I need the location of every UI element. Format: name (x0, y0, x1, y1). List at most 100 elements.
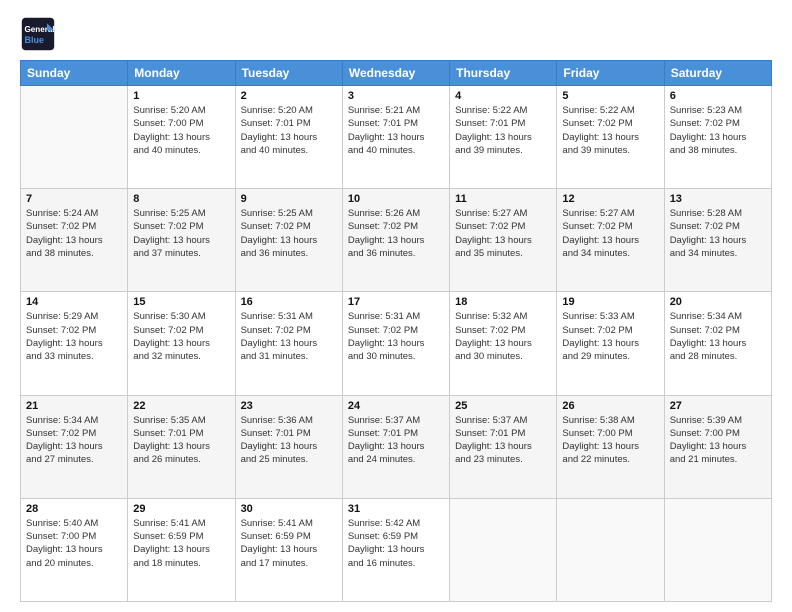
day-cell: 5 Sunrise: 5:22 AM Sunset: 7:02 PM Daylig… (557, 86, 664, 189)
calendar-table: SundayMondayTuesdayWednesdayThursdayFrid… (20, 60, 772, 602)
weekday-header-saturday: Saturday (664, 61, 771, 86)
weekday-header-wednesday: Wednesday (342, 61, 449, 86)
day-cell: 25Sunrise: 5:37 AM Sunset: 7:01 PM Dayli… (450, 395, 557, 498)
day-number: 21 (26, 400, 122, 412)
day-number: 19 (562, 296, 658, 308)
day-info: Sunrise: 5:31 AM Sunset: 7:02 PM Dayligh… (348, 310, 444, 363)
day-number: 7 (26, 193, 122, 205)
svg-text:Blue: Blue (25, 35, 45, 45)
day-info: Sunrise: 5:38 AM Sunset: 7:00 PM Dayligh… (562, 414, 658, 467)
day-number: 4 (455, 90, 551, 102)
header: General Blue (20, 16, 772, 52)
day-info: Sunrise: 5:22 AM Sunset: 7:01 PM Dayligh… (455, 104, 551, 157)
day-info: Sunrise: 5:25 AM Sunset: 7:02 PM Dayligh… (241, 207, 337, 260)
day-cell: 24 Sunrise: 5:37 AM Sunset: 7:01 PM Dayli… (342, 395, 449, 498)
day-info: Sunrise: 5:28 AM Sunset: 7:02 PM Dayligh… (670, 207, 766, 260)
day-info: Sunrise: 5:22 AM Sunset: 7:02 PM Dayligh… (562, 104, 658, 157)
day-cell: 27 Sunrise: 5:39 AM Sunset: 7:00 PM Dayli… (664, 395, 771, 498)
week-row-0: 1 Sunrise: 5:20 AM Sunset: 7:00 PM Daylig… (21, 86, 772, 189)
day-number: 28 (26, 503, 122, 515)
day-cell: 3 Sunrise: 5:21 AM Sunset: 7:01 PM Daylig… (342, 86, 449, 189)
day-cell: 7 Sunrise: 5:24 AM Sunset: 7:02 PM Daylig… (21, 189, 128, 292)
day-number: 23 (241, 400, 337, 412)
day-info: Sunrise: 5:34 AM Sunset: 7:02 PM Dayligh… (26, 414, 122, 467)
day-number: 31 (348, 503, 444, 515)
day-cell: 22 Sunrise: 5:35 AM Sunset: 7:01 PM Dayli… (128, 395, 235, 498)
day-info: Sunrise: 5:20 AM Sunset: 7:00 PM Dayligh… (133, 104, 229, 157)
day-cell: 20Sunrise: 5:34 AM Sunset: 7:02 PM Dayli… (664, 292, 771, 395)
day-number: 29 (133, 503, 229, 515)
weekday-header-thursday: Thursday (450, 61, 557, 86)
weekday-header-monday: Monday (128, 61, 235, 86)
day-number: 15 (133, 296, 229, 308)
day-cell: 4 Sunrise: 5:22 AM Sunset: 7:01 PM Daylig… (450, 86, 557, 189)
day-cell: 14 Sunrise: 5:29 AM Sunset: 7:02 PM Dayli… (21, 292, 128, 395)
day-info: Sunrise: 5:21 AM Sunset: 7:01 PM Dayligh… (348, 104, 444, 157)
page: General Blue SundayMondayTuesdayWednesda… (0, 0, 792, 612)
day-cell: 9 Sunrise: 5:25 AM Sunset: 7:02 PM Daylig… (235, 189, 342, 292)
day-cell: 30 Sunrise: 5:41 AM Sunset: 6:59 PM Dayli… (235, 498, 342, 601)
day-info: Sunrise: 5:40 AM Sunset: 7:00 PM Dayligh… (26, 517, 122, 570)
day-number: 11 (455, 193, 551, 205)
day-cell (21, 86, 128, 189)
day-cell: 8 Sunrise: 5:25 AM Sunset: 7:02 PM Daylig… (128, 189, 235, 292)
day-number: 24 (348, 400, 444, 412)
day-number: 17 (348, 296, 444, 308)
day-info: Sunrise: 5:35 AM Sunset: 7:01 PM Dayligh… (133, 414, 229, 467)
day-info: Sunrise: 5:41 AM Sunset: 6:59 PM Dayligh… (241, 517, 337, 570)
day-info: Sunrise: 5:37 AM Sunset: 7:01 PM Dayligh… (348, 414, 444, 467)
day-number: 9 (241, 193, 337, 205)
day-number: 2 (241, 90, 337, 102)
day-info: Sunrise: 5:39 AM Sunset: 7:00 PM Dayligh… (670, 414, 766, 467)
day-number: 6 (670, 90, 766, 102)
day-cell: 6Sunrise: 5:23 AM Sunset: 7:02 PM Daylig… (664, 86, 771, 189)
day-number: 22 (133, 400, 229, 412)
day-info: Sunrise: 5:26 AM Sunset: 7:02 PM Dayligh… (348, 207, 444, 260)
week-row-4: 28 Sunrise: 5:40 AM Sunset: 7:00 PM Dayli… (21, 498, 772, 601)
weekday-header-friday: Friday (557, 61, 664, 86)
logo-icon: General Blue (20, 16, 56, 52)
day-info: Sunrise: 5:41 AM Sunset: 6:59 PM Dayligh… (133, 517, 229, 570)
day-cell: 10 Sunrise: 5:26 AM Sunset: 7:02 PM Dayli… (342, 189, 449, 292)
day-number: 10 (348, 193, 444, 205)
day-number: 3 (348, 90, 444, 102)
day-cell: 26 Sunrise: 5:38 AM Sunset: 7:00 PM Dayli… (557, 395, 664, 498)
day-number: 5 (562, 90, 658, 102)
day-cell: 23 Sunrise: 5:36 AM Sunset: 7:01 PM Dayli… (235, 395, 342, 498)
weekday-header-tuesday: Tuesday (235, 61, 342, 86)
day-number: 26 (562, 400, 658, 412)
day-cell: 29 Sunrise: 5:41 AM Sunset: 6:59 PM Dayli… (128, 498, 235, 601)
week-row-2: 14 Sunrise: 5:29 AM Sunset: 7:02 PM Dayli… (21, 292, 772, 395)
day-number: 13 (670, 193, 766, 205)
weekday-header-row: SundayMondayTuesdayWednesdayThursdayFrid… (21, 61, 772, 86)
day-info: Sunrise: 5:24 AM Sunset: 7:02 PM Dayligh… (26, 207, 122, 260)
day-number: 25 (455, 400, 551, 412)
day-number: 30 (241, 503, 337, 515)
day-info: Sunrise: 5:36 AM Sunset: 7:01 PM Dayligh… (241, 414, 337, 467)
day-cell (557, 498, 664, 601)
day-info: Sunrise: 5:29 AM Sunset: 7:02 PM Dayligh… (26, 310, 122, 363)
day-number: 14 (26, 296, 122, 308)
day-number: 12 (562, 193, 658, 205)
logo: General Blue (20, 16, 56, 52)
day-info: Sunrise: 5:32 AM Sunset: 7:02 PM Dayligh… (455, 310, 551, 363)
day-cell: 28 Sunrise: 5:40 AM Sunset: 7:00 PM Dayli… (21, 498, 128, 601)
day-number: 20 (670, 296, 766, 308)
day-info: Sunrise: 5:30 AM Sunset: 7:02 PM Dayligh… (133, 310, 229, 363)
day-cell: 11Sunrise: 5:27 AM Sunset: 7:02 PM Dayli… (450, 189, 557, 292)
day-number: 27 (670, 400, 766, 412)
day-info: Sunrise: 5:27 AM Sunset: 7:02 PM Dayligh… (562, 207, 658, 260)
day-cell: 31 Sunrise: 5:42 AM Sunset: 6:59 PM Dayli… (342, 498, 449, 601)
day-cell (450, 498, 557, 601)
day-cell: 18 Sunrise: 5:32 AM Sunset: 7:02 PM Dayli… (450, 292, 557, 395)
day-info: Sunrise: 5:42 AM Sunset: 6:59 PM Dayligh… (348, 517, 444, 570)
day-number: 18 (455, 296, 551, 308)
day-number: 8 (133, 193, 229, 205)
day-info: Sunrise: 5:25 AM Sunset: 7:02 PM Dayligh… (133, 207, 229, 260)
day-number: 16 (241, 296, 337, 308)
day-cell: 21 Sunrise: 5:34 AM Sunset: 7:02 PM Dayli… (21, 395, 128, 498)
week-row-3: 21 Sunrise: 5:34 AM Sunset: 7:02 PM Dayli… (21, 395, 772, 498)
day-cell: 12 Sunrise: 5:27 AM Sunset: 7:02 PM Dayli… (557, 189, 664, 292)
day-number: 1 (133, 90, 229, 102)
day-cell: 15 Sunrise: 5:30 AM Sunset: 7:02 PM Dayli… (128, 292, 235, 395)
